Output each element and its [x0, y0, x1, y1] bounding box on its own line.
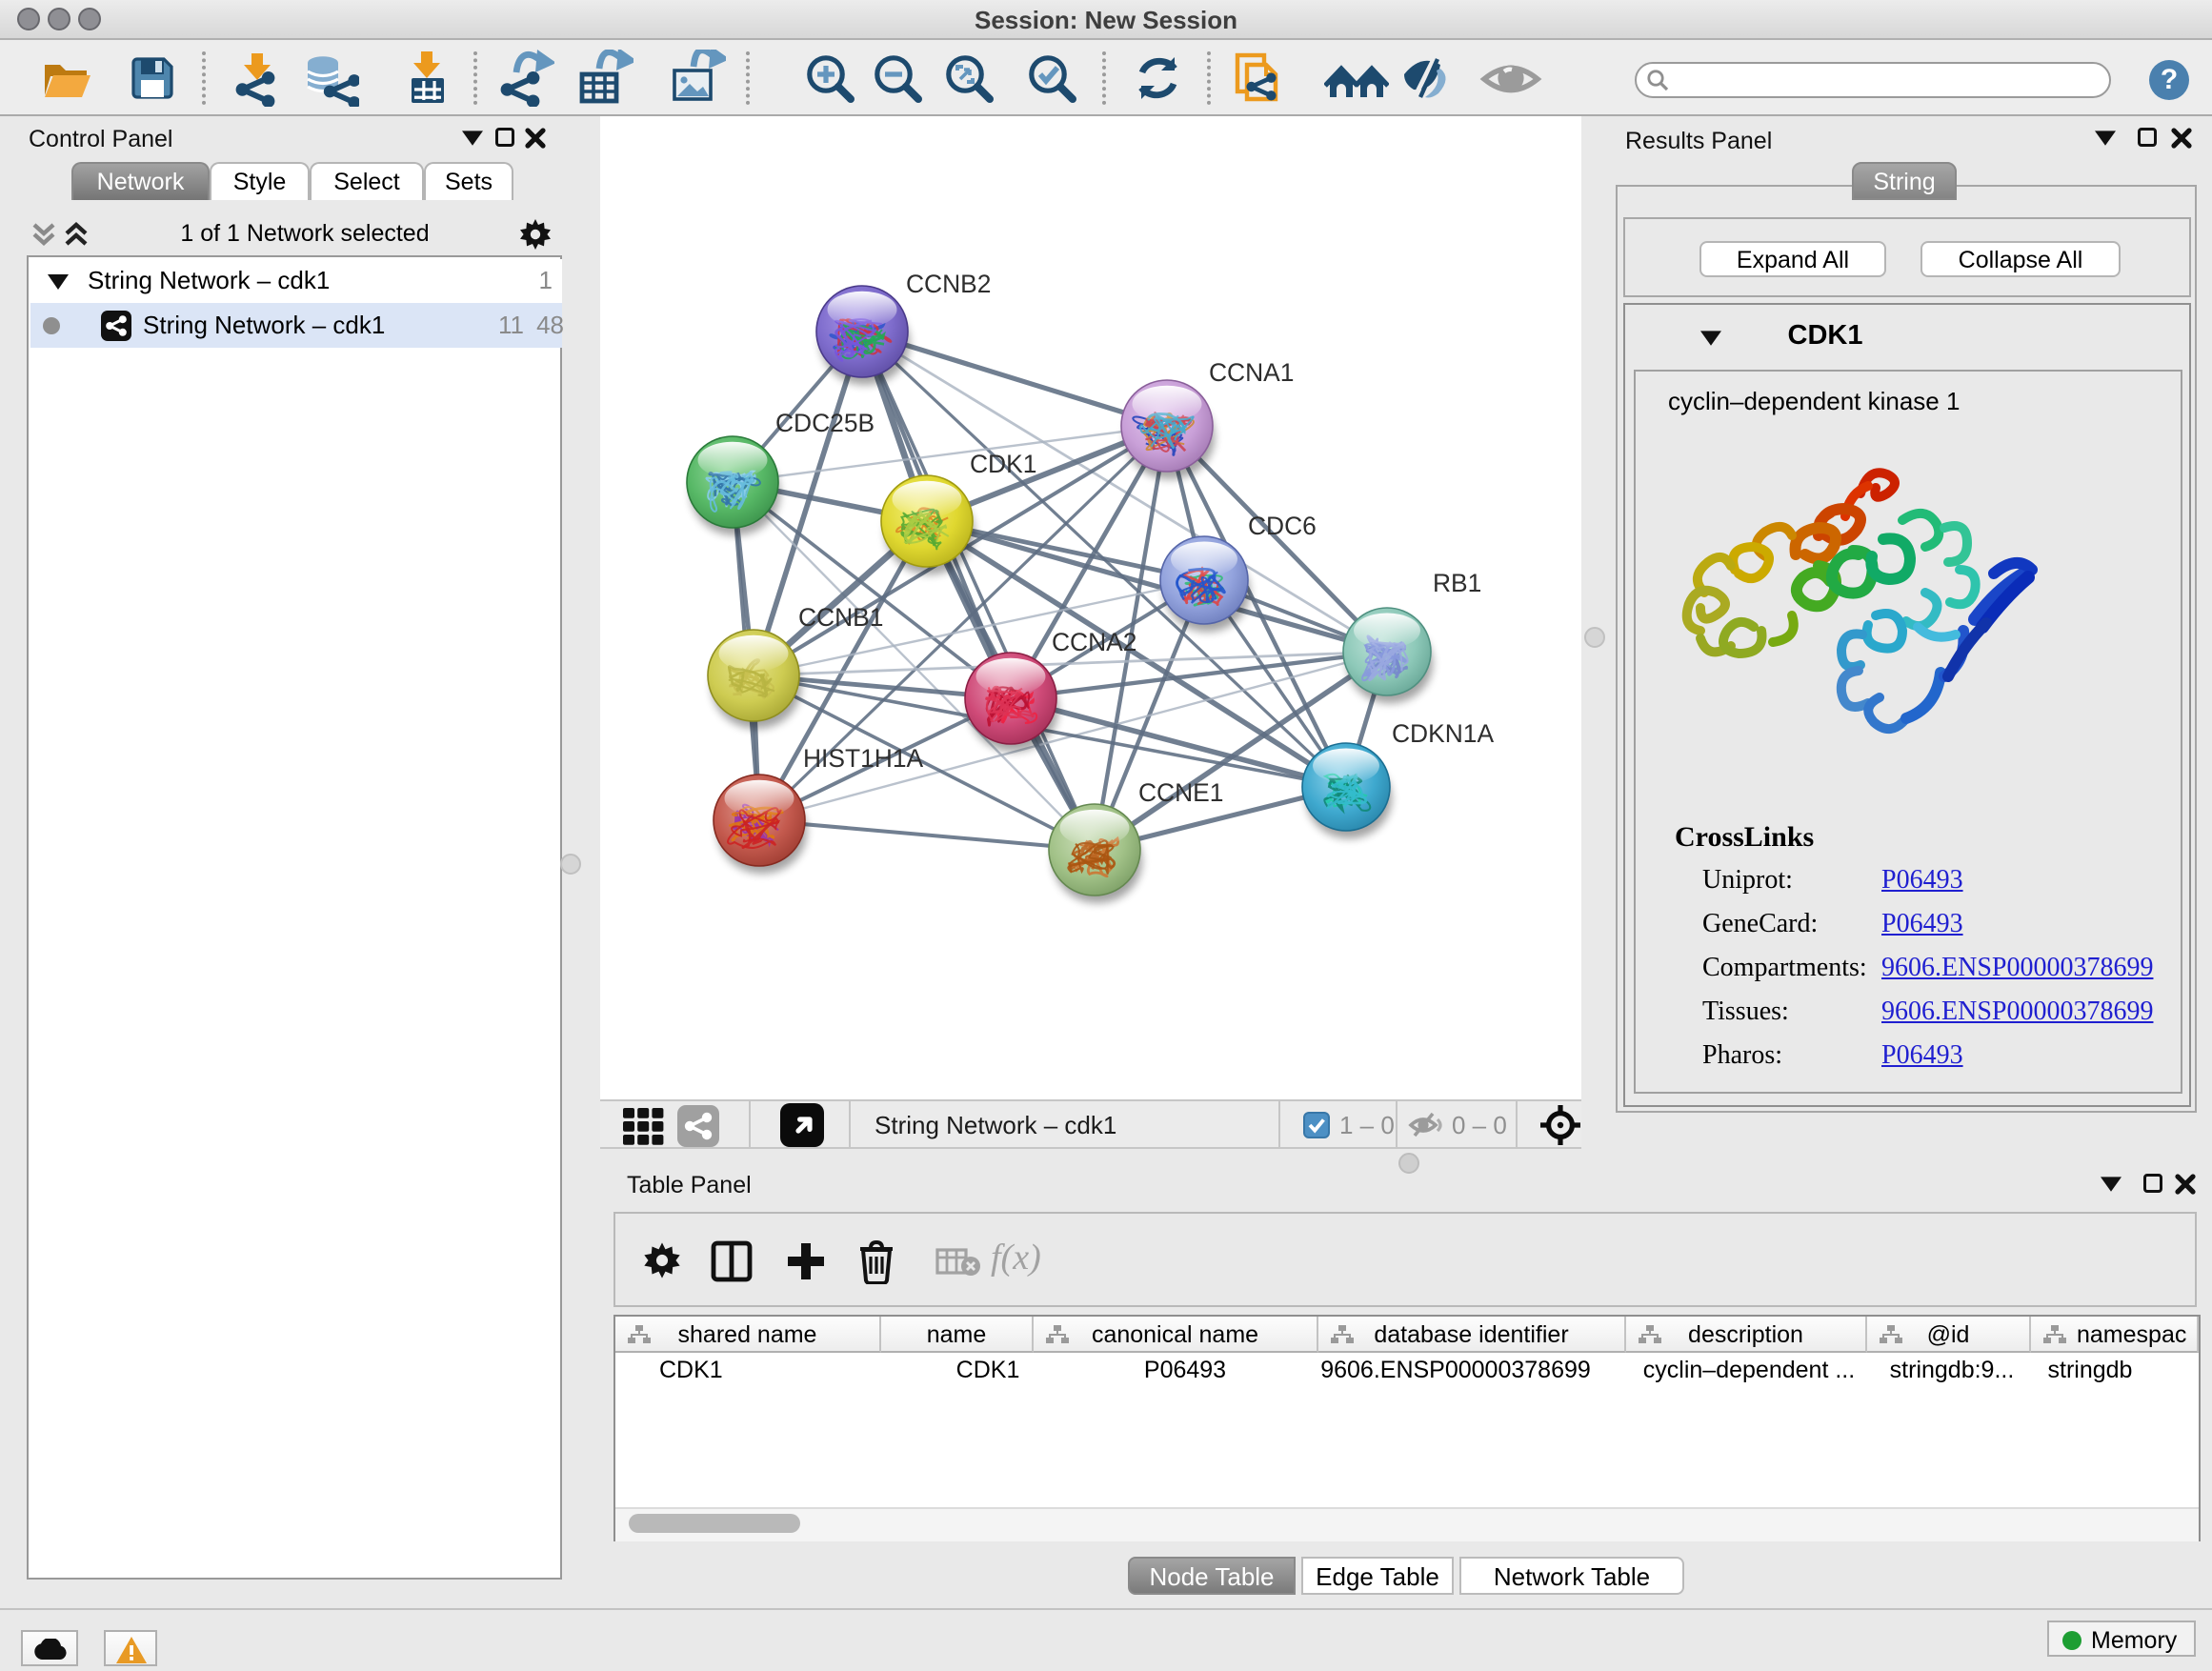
svg-text:CCNA2: CCNA2	[1052, 628, 1136, 656]
svg-text:RB1: RB1	[1433, 569, 1481, 597]
svg-text:CCNA1: CCNA1	[1209, 358, 1294, 387]
svg-text:CDKN1A: CDKN1A	[1392, 719, 1494, 748]
svg-text:CCNE1: CCNE1	[1138, 778, 1223, 807]
svg-text:CCNB2: CCNB2	[906, 270, 991, 298]
svg-text:CCNB1: CCNB1	[798, 603, 883, 632]
svg-text:CDK1: CDK1	[970, 450, 1036, 478]
svg-text:CDC25B: CDC25B	[775, 409, 875, 437]
svg-text:HIST1H1A: HIST1H1A	[803, 744, 924, 773]
svg-text:CDC6: CDC6	[1248, 512, 1317, 540]
